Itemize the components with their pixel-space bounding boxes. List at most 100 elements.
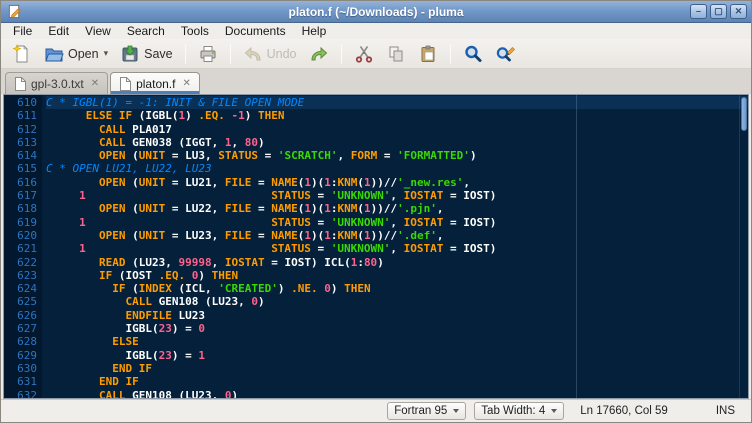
line-number: 630 xyxy=(4,362,37,375)
menubar: File Edit View Search Tools Documents He… xyxy=(1,23,751,39)
code-line[interactable]: OPEN (UNIT = LU21, FILE = NAME(1)(1:KNM(… xyxy=(46,176,748,189)
minimize-button[interactable]: – xyxy=(690,4,707,19)
code-area[interactable]: C * IGBL(1) = -1: INIT & FILE OPEN MODE … xyxy=(42,95,748,398)
code-line[interactable]: CALL GEN038 (IGGT, 1, 80) xyxy=(46,136,748,149)
code-line[interactable]: OPEN (UNIT = LU23, FILE = NAME(1)(1:KNM(… xyxy=(46,229,748,242)
tab-label: gpl-3.0.txt xyxy=(31,77,84,91)
document-icon xyxy=(119,77,131,91)
code-line[interactable]: ELSE xyxy=(46,335,748,348)
window-title: platon.f (~/Downloads) - pluma xyxy=(1,5,751,19)
open-dropdown-icon[interactable]: ▾ xyxy=(104,48,109,59)
line-number: 610 xyxy=(4,96,37,109)
code-line[interactable]: END IF xyxy=(46,375,748,388)
redo-icon xyxy=(309,44,329,64)
code-line[interactable]: 1 STATUS = 'UNKNOWN', IOSTAT = IOST) xyxy=(46,216,748,229)
line-number: 628 xyxy=(4,335,37,348)
code-line[interactable]: READ (LU23, 99998, IOSTAT = IOST) ICL(1:… xyxy=(46,256,748,269)
save-icon xyxy=(120,44,140,64)
code-line[interactable]: CALL GEN108 (LU23, 0) xyxy=(46,295,748,308)
menu-documents[interactable]: Documents xyxy=(217,24,294,38)
right-margin-guide xyxy=(576,95,577,398)
copy-icon xyxy=(386,44,406,64)
line-number: 627 xyxy=(4,322,37,335)
chevron-down-icon xyxy=(453,409,459,413)
toolbar: Open ▾ Save Undo xyxy=(1,39,751,69)
vertical-scrollbar[interactable] xyxy=(739,95,748,398)
toolbar-separator xyxy=(450,44,451,64)
toolbar-separator xyxy=(341,44,342,64)
paste-button[interactable] xyxy=(413,41,443,67)
line-number: 621 xyxy=(4,242,37,255)
save-button-label: Save xyxy=(144,47,173,61)
code-line[interactable]: END IF xyxy=(46,362,748,375)
line-number: 611 xyxy=(4,109,37,122)
titlebar[interactable]: platon.f (~/Downloads) - pluma – ▢ ✕ xyxy=(1,1,751,23)
tab-platon-f[interactable]: platon.f ✕ xyxy=(110,72,200,94)
language-select[interactable]: Fortran 95 xyxy=(387,402,466,420)
line-number: 614 xyxy=(4,149,37,162)
code-line[interactable]: 1 STATUS = 'UNKNOWN', IOSTAT = IOST) xyxy=(46,189,748,202)
print-button[interactable] xyxy=(193,41,223,67)
menu-help[interactable]: Help xyxy=(294,24,335,38)
code-line[interactable]: IF (IOST .EQ. 0) THEN xyxy=(46,269,748,282)
line-number: 622 xyxy=(4,256,37,269)
new-document-button[interactable] xyxy=(7,41,37,67)
new-document-icon xyxy=(12,44,32,64)
code-line[interactable]: OPEN (UNIT = LU3, STATUS = 'SCRATCH', FO… xyxy=(46,149,748,162)
copy-button[interactable] xyxy=(381,41,411,67)
find-button[interactable] xyxy=(458,41,488,67)
open-button[interactable]: Open ▾ xyxy=(39,41,113,67)
line-number: 629 xyxy=(4,349,37,362)
line-number-gutter: 6106116126136146156166176186196206216226… xyxy=(4,95,42,398)
line-number: 616 xyxy=(4,176,37,189)
menu-view[interactable]: View xyxy=(77,24,119,38)
cut-button[interactable] xyxy=(349,41,379,67)
pluma-window: platon.f (~/Downloads) - pluma – ▢ ✕ Fil… xyxy=(0,0,752,423)
line-number: 632 xyxy=(4,389,37,399)
tab-close-icon[interactable]: ✕ xyxy=(182,78,190,89)
line-number: 620 xyxy=(4,229,37,242)
code-line[interactable]: C * OPEN LU21, LU22, LU23 xyxy=(46,162,748,175)
insert-mode-indicator: INS xyxy=(716,405,735,417)
tabbar: gpl-3.0.txt ✕ platon.f ✕ xyxy=(1,69,751,94)
tab-gpl-3-0-txt[interactable]: gpl-3.0.txt ✕ xyxy=(5,72,108,94)
maximize-button[interactable]: ▢ xyxy=(710,4,727,19)
line-number: 618 xyxy=(4,202,37,215)
line-number: 619 xyxy=(4,216,37,229)
code-line[interactable]: IF (INDEX (ICL, 'CREATED') .NE. 0) THEN xyxy=(46,282,748,295)
language-select-label: Fortran 95 xyxy=(394,405,447,417)
scrollbar-thumb[interactable] xyxy=(741,97,747,131)
menu-file[interactable]: File xyxy=(5,24,40,38)
line-number: 625 xyxy=(4,295,37,308)
save-button[interactable]: Save xyxy=(115,41,178,67)
undo-button-label: Undo xyxy=(267,47,297,61)
close-button[interactable]: ✕ xyxy=(730,4,747,19)
cursor-position: Ln 17660, Col 59 xyxy=(580,405,668,417)
line-number: 617 xyxy=(4,189,37,202)
code-line[interactable]: IGBL(23) = 0 xyxy=(46,322,748,335)
editor[interactable]: 6106116126136146156166176186196206216226… xyxy=(3,94,749,399)
tab-label: platon.f xyxy=(136,77,175,91)
code-line[interactable]: CALL GEN108 (LU23, 0) xyxy=(46,389,748,398)
line-number: 624 xyxy=(4,282,37,295)
code-line[interactable]: IGBL(23) = 1 xyxy=(46,349,748,362)
code-line[interactable]: CALL PLA017 xyxy=(46,123,748,136)
find-replace-button[interactable] xyxy=(490,41,520,67)
redo-button[interactable] xyxy=(304,41,334,67)
find-icon xyxy=(463,44,483,64)
tab-width-select[interactable]: Tab Width: 4 xyxy=(474,402,564,420)
tab-close-icon[interactable]: ✕ xyxy=(91,78,99,89)
print-icon xyxy=(198,44,218,64)
code-line[interactable]: ENDFILE LU23 xyxy=(46,309,748,322)
code-line[interactable]: 1 STATUS = 'UNKNOWN', IOSTAT = IOST) xyxy=(46,242,748,255)
code-line[interactable]: OPEN (UNIT = LU22, FILE = NAME(1)(1:KNM(… xyxy=(46,202,748,215)
code-line[interactable]: C * IGBL(1) = -1: INIT & FILE OPEN MODE xyxy=(46,96,748,109)
code-line[interactable]: ELSE IF (IGBL(1) .EQ. -1) THEN xyxy=(46,109,748,122)
menu-tools[interactable]: Tools xyxy=(173,24,217,38)
menu-search[interactable]: Search xyxy=(119,24,173,38)
undo-button[interactable]: Undo xyxy=(238,41,302,67)
menu-edit[interactable]: Edit xyxy=(40,24,77,38)
line-number: 626 xyxy=(4,309,37,322)
tab-width-select-label: Tab Width: 4 xyxy=(481,405,545,417)
line-number: 615 xyxy=(4,162,37,175)
